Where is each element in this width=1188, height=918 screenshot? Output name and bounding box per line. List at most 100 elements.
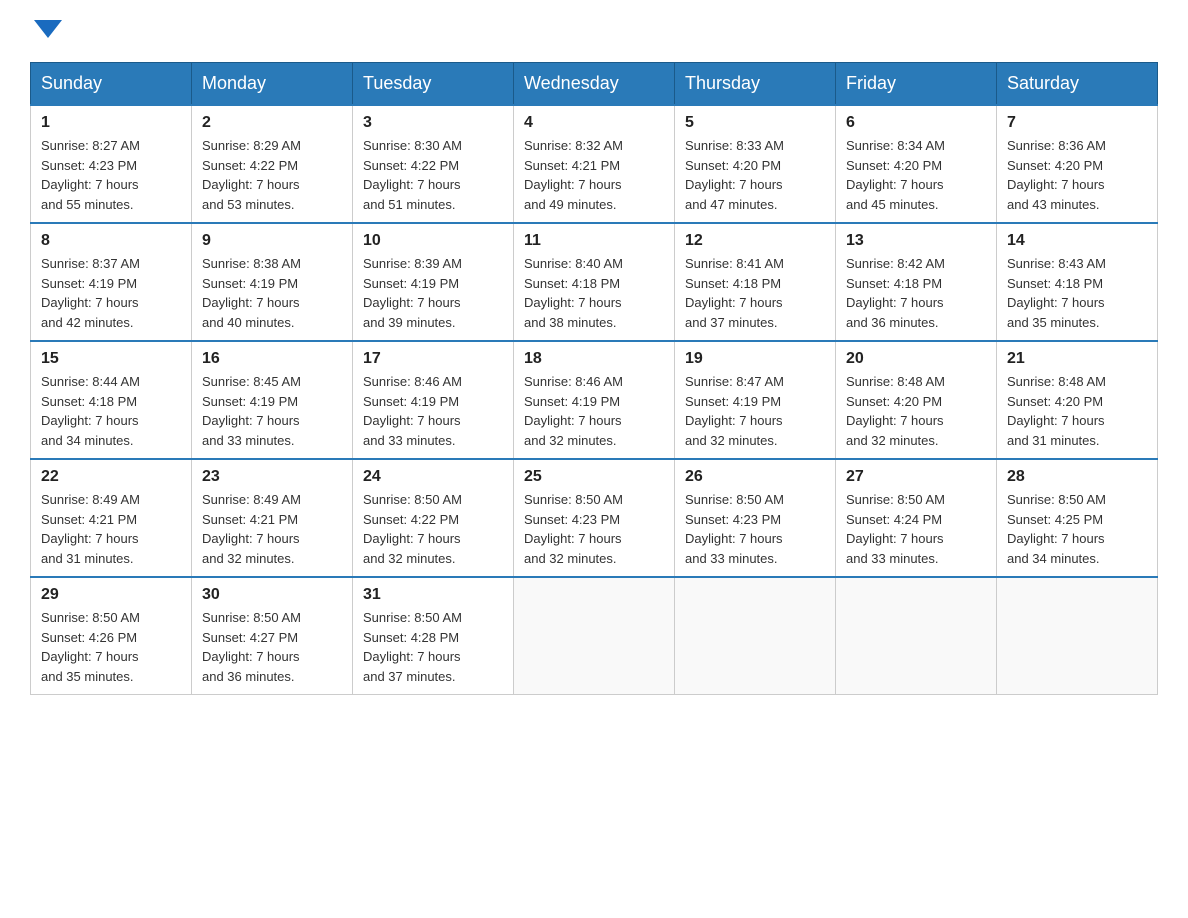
day-number: 4 (524, 114, 664, 132)
logo-triangle-icon (34, 20, 62, 38)
calendar-cell: 28Sunrise: 8:50 AMSunset: 4:25 PMDayligh… (997, 459, 1158, 577)
calendar-cell (997, 577, 1158, 695)
calendar-cell: 13 Sunrise: 8:42 AMSunset: 4:18 PMDayligh… (836, 223, 997, 341)
day-info: Sunrise: 8:42 AMSunset: 4:18 PMDaylight:… (846, 254, 986, 332)
weekday-header-sunday: Sunday (31, 63, 192, 106)
calendar-cell (836, 577, 997, 695)
weekday-header-saturday: Saturday (997, 63, 1158, 106)
day-info: Sunrise: 8:37 AMSunset: 4:19 PMDaylight:… (41, 254, 181, 332)
calendar-cell: 30 Sunrise: 8:50 AMSunset: 4:27 PMDayligh… (192, 577, 353, 695)
weekday-header-monday: Monday (192, 63, 353, 106)
week-row-4: 22Sunrise: 8:49 AMSunset: 4:21 PMDayligh… (31, 459, 1158, 577)
calendar-cell: 7 Sunrise: 8:36 AMSunset: 4:20 PMDaylight… (997, 105, 1158, 223)
calendar-cell: 22Sunrise: 8:49 AMSunset: 4:21 PMDayligh… (31, 459, 192, 577)
day-info: Sunrise: 8:46 AMSunset: 4:19 PMDaylight:… (363, 372, 503, 450)
calendar-cell: 2 Sunrise: 8:29 AMSunset: 4:22 PMDaylight… (192, 105, 353, 223)
day-number: 17 (363, 350, 503, 368)
week-row-1: 1 Sunrise: 8:27 AMSunset: 4:23 PMDaylight… (31, 105, 1158, 223)
day-info: Sunrise: 8:47 AMSunset: 4:19 PMDaylight:… (685, 372, 825, 450)
calendar-cell: 29Sunrise: 8:50 AMSunset: 4:26 PMDayligh… (31, 577, 192, 695)
day-number: 30 (202, 586, 342, 604)
day-info: Sunrise: 8:46 AMSunset: 4:19 PMDaylight:… (524, 372, 664, 450)
day-number: 31 (363, 586, 503, 604)
calendar-cell: 5 Sunrise: 8:33 AMSunset: 4:20 PMDaylight… (675, 105, 836, 223)
calendar-cell: 1 Sunrise: 8:27 AMSunset: 4:23 PMDaylight… (31, 105, 192, 223)
calendar-cell: 18Sunrise: 8:46 AMSunset: 4:19 PMDayligh… (514, 341, 675, 459)
calendar-cell: 27 Sunrise: 8:50 AMSunset: 4:24 PMDayligh… (836, 459, 997, 577)
day-number: 23 (202, 468, 342, 486)
day-number: 29 (41, 586, 181, 604)
calendar-cell: 9 Sunrise: 8:38 AMSunset: 4:19 PMDaylight… (192, 223, 353, 341)
day-number: 14 (1007, 232, 1147, 250)
day-number: 19 (685, 350, 825, 368)
day-number: 28 (1007, 468, 1147, 486)
day-info: Sunrise: 8:39 AMSunset: 4:19 PMDaylight:… (363, 254, 503, 332)
weekday-header-friday: Friday (836, 63, 997, 106)
day-info: Sunrise: 8:34 AMSunset: 4:20 PMDaylight:… (846, 136, 986, 214)
day-info: Sunrise: 8:30 AMSunset: 4:22 PMDaylight:… (363, 136, 503, 214)
calendar-cell: 11 Sunrise: 8:40 AMSunset: 4:18 PMDayligh… (514, 223, 675, 341)
calendar-cell (514, 577, 675, 695)
day-number: 27 (846, 468, 986, 486)
calendar-cell: 17 Sunrise: 8:46 AMSunset: 4:19 PMDayligh… (353, 341, 514, 459)
calendar-cell: 12 Sunrise: 8:41 AMSunset: 4:18 PMDayligh… (675, 223, 836, 341)
day-number: 5 (685, 114, 825, 132)
day-number: 21 (1007, 350, 1147, 368)
calendar-cell: 4 Sunrise: 8:32 AMSunset: 4:21 PMDaylight… (514, 105, 675, 223)
weekday-header-tuesday: Tuesday (353, 63, 514, 106)
logo (30, 20, 62, 42)
calendar-cell: 10 Sunrise: 8:39 AMSunset: 4:19 PMDayligh… (353, 223, 514, 341)
day-number: 16 (202, 350, 342, 368)
day-info: Sunrise: 8:32 AMSunset: 4:21 PMDaylight:… (524, 136, 664, 214)
day-info: Sunrise: 8:50 AMSunset: 4:23 PMDaylight:… (524, 490, 664, 568)
day-info: Sunrise: 8:49 AMSunset: 4:21 PMDaylight:… (41, 490, 181, 568)
day-number: 13 (846, 232, 986, 250)
day-number: 11 (524, 232, 664, 250)
day-info: Sunrise: 8:48 AMSunset: 4:20 PMDaylight:… (846, 372, 986, 450)
day-number: 2 (202, 114, 342, 132)
day-info: Sunrise: 8:49 AMSunset: 4:21 PMDaylight:… (202, 490, 342, 568)
calendar-cell: 16 Sunrise: 8:45 AMSunset: 4:19 PMDayligh… (192, 341, 353, 459)
calendar-cell: 24 Sunrise: 8:50 AMSunset: 4:22 PMDayligh… (353, 459, 514, 577)
calendar-cell: 31 Sunrise: 8:50 AMSunset: 4:28 PMDayligh… (353, 577, 514, 695)
page-header (30, 20, 1158, 42)
day-number: 9 (202, 232, 342, 250)
day-number: 6 (846, 114, 986, 132)
day-info: Sunrise: 8:50 AMSunset: 4:28 PMDaylight:… (363, 608, 503, 686)
day-number: 12 (685, 232, 825, 250)
day-info: Sunrise: 8:40 AMSunset: 4:18 PMDaylight:… (524, 254, 664, 332)
day-info: Sunrise: 8:41 AMSunset: 4:18 PMDaylight:… (685, 254, 825, 332)
calendar-cell: 23 Sunrise: 8:49 AMSunset: 4:21 PMDayligh… (192, 459, 353, 577)
calendar-cell: 21 Sunrise: 8:48 AMSunset: 4:20 PMDayligh… (997, 341, 1158, 459)
day-number: 24 (363, 468, 503, 486)
week-row-3: 15 Sunrise: 8:44 AMSunset: 4:18 PMDayligh… (31, 341, 1158, 459)
day-info: Sunrise: 8:44 AMSunset: 4:18 PMDaylight:… (41, 372, 181, 450)
calendar-cell: 19 Sunrise: 8:47 AMSunset: 4:19 PMDayligh… (675, 341, 836, 459)
calendar-cell (675, 577, 836, 695)
day-info: Sunrise: 8:33 AMSunset: 4:20 PMDaylight:… (685, 136, 825, 214)
day-number: 20 (846, 350, 986, 368)
day-info: Sunrise: 8:29 AMSunset: 4:22 PMDaylight:… (202, 136, 342, 214)
day-info: Sunrise: 8:43 AMSunset: 4:18 PMDaylight:… (1007, 254, 1147, 332)
calendar-cell: 14 Sunrise: 8:43 AMSunset: 4:18 PMDayligh… (997, 223, 1158, 341)
week-row-2: 8Sunrise: 8:37 AMSunset: 4:19 PMDaylight… (31, 223, 1158, 341)
calendar-cell: 20 Sunrise: 8:48 AMSunset: 4:20 PMDayligh… (836, 341, 997, 459)
calendar-cell: 3Sunrise: 8:30 AMSunset: 4:22 PMDaylight… (353, 105, 514, 223)
day-info: Sunrise: 8:48 AMSunset: 4:20 PMDaylight:… (1007, 372, 1147, 450)
calendar-table: SundayMondayTuesdayWednesdayThursdayFrid… (30, 62, 1158, 695)
day-number: 15 (41, 350, 181, 368)
week-row-5: 29Sunrise: 8:50 AMSunset: 4:26 PMDayligh… (31, 577, 1158, 695)
day-number: 7 (1007, 114, 1147, 132)
day-number: 26 (685, 468, 825, 486)
weekday-header-thursday: Thursday (675, 63, 836, 106)
day-info: Sunrise: 8:50 AMSunset: 4:24 PMDaylight:… (846, 490, 986, 568)
day-info: Sunrise: 8:36 AMSunset: 4:20 PMDaylight:… (1007, 136, 1147, 214)
day-info: Sunrise: 8:45 AMSunset: 4:19 PMDaylight:… (202, 372, 342, 450)
calendar-header-row: SundayMondayTuesdayWednesdayThursdayFrid… (31, 63, 1158, 106)
day-info: Sunrise: 8:38 AMSunset: 4:19 PMDaylight:… (202, 254, 342, 332)
day-info: Sunrise: 8:50 AMSunset: 4:27 PMDaylight:… (202, 608, 342, 686)
day-info: Sunrise: 8:50 AMSunset: 4:22 PMDaylight:… (363, 490, 503, 568)
day-number: 1 (41, 114, 181, 132)
day-number: 10 (363, 232, 503, 250)
day-info: Sunrise: 8:27 AMSunset: 4:23 PMDaylight:… (41, 136, 181, 214)
